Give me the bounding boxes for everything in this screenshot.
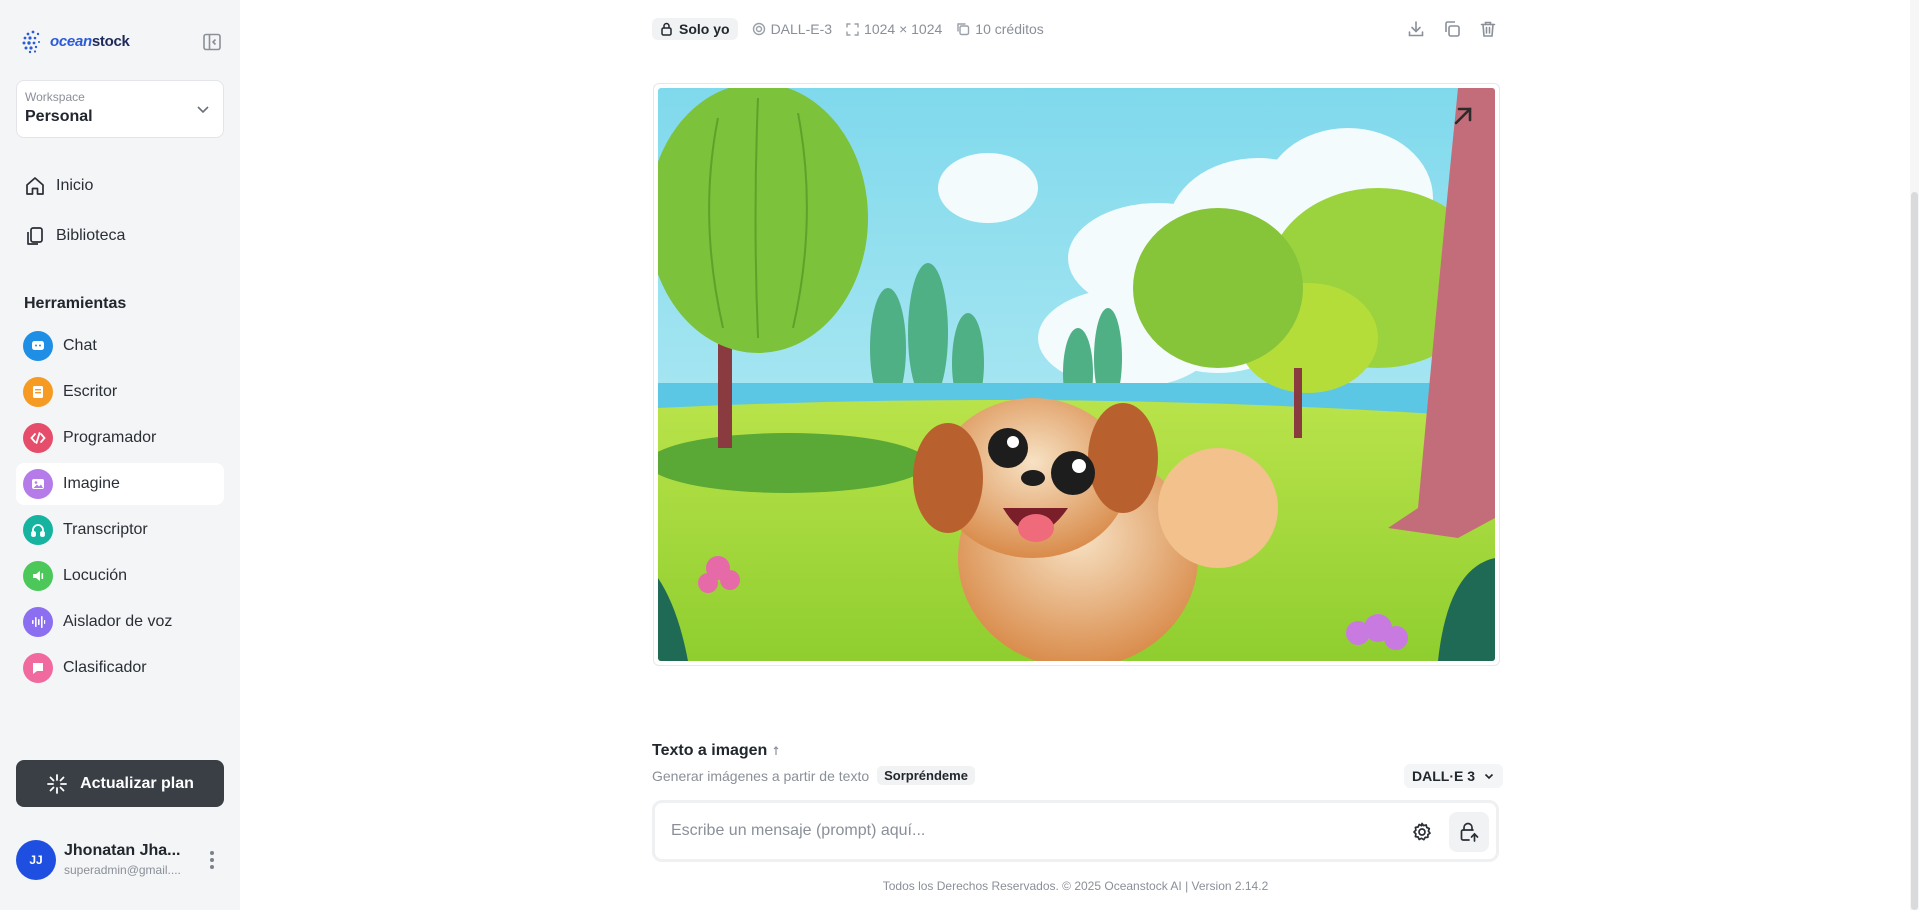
nav-item-inicio[interactable]: Inicio bbox=[16, 166, 224, 206]
arrow-up-right-icon bbox=[1454, 107, 1472, 125]
generated-image bbox=[658, 88, 1495, 661]
surprise-me-button[interactable]: Sorpréndeme bbox=[877, 766, 975, 785]
speaker-icon bbox=[23, 561, 53, 591]
download-button[interactable] bbox=[1405, 17, 1427, 41]
trash-icon bbox=[1480, 21, 1496, 37]
tool-item-label: Escritor bbox=[63, 383, 118, 400]
chevron-down-icon bbox=[1484, 773, 1494, 780]
brand-name: oceanstock bbox=[50, 32, 130, 50]
tool-item-label: Locución bbox=[63, 567, 128, 584]
image-icon bbox=[23, 469, 53, 499]
prompt-box bbox=[652, 800, 1499, 862]
nav-item-label: Inicio bbox=[56, 177, 94, 194]
openai-icon bbox=[752, 22, 765, 36]
upgrade-plan-label: Actualizar plan bbox=[80, 774, 194, 792]
meta-size: 1024 × 1024 bbox=[846, 21, 942, 37]
nav-item-biblioteca[interactable]: Biblioteca bbox=[16, 216, 224, 256]
tool-item-label: Clasificador bbox=[63, 659, 147, 676]
meta-credits-label: 10 créditos bbox=[975, 21, 1044, 37]
tool-item-escritor[interactable]: Escritor bbox=[16, 371, 224, 413]
sort-arrows-icon bbox=[773, 746, 779, 755]
prompt-input[interactable] bbox=[671, 819, 1371, 843]
writer-icon bbox=[23, 377, 53, 407]
library-icon bbox=[27, 227, 43, 245]
sidebar: oceanstock Workspace Personal Inicio Bib… bbox=[0, 0, 240, 910]
download-icon bbox=[1408, 21, 1424, 37]
tool-item-chat[interactable]: Chat bbox=[16, 325, 224, 367]
text-to-image-subtitle-text: Generar imágenes a partir de texto bbox=[652, 767, 870, 784]
lock-icon bbox=[661, 22, 672, 36]
delete-button[interactable] bbox=[1477, 17, 1499, 41]
tool-item-label: Transcriptor bbox=[63, 521, 148, 538]
meta-model-label: DALL-E-3 bbox=[770, 21, 833, 37]
collapse-sidebar-button[interactable] bbox=[200, 30, 224, 54]
sidebar-toggle-icon bbox=[203, 33, 221, 51]
home-icon bbox=[26, 177, 44, 195]
nav-item-label: Biblioteca bbox=[56, 227, 126, 244]
more-vertical-icon[interactable] bbox=[202, 848, 222, 872]
tool-item-label: Imagine bbox=[63, 475, 120, 492]
visibility-label: Solo yo bbox=[679, 21, 730, 37]
image-actions bbox=[1405, 17, 1499, 41]
expand-corners-icon bbox=[846, 22, 859, 36]
user-profile[interactable]: JJ Jhonatan Jha... superadmin@gmail.... bbox=[16, 838, 224, 882]
tool-item-locucion[interactable]: Locución bbox=[16, 555, 224, 597]
workspace-value: Personal bbox=[25, 108, 93, 125]
text-to-image-title: Texto a imagen bbox=[652, 742, 783, 760]
copy-credits-icon bbox=[957, 23, 970, 36]
visibility-badge[interactable]: Solo yo bbox=[652, 18, 738, 40]
user-name: Jhonatan Jha... bbox=[64, 842, 181, 859]
tool-item-label: Programador bbox=[63, 429, 157, 446]
sparkle-icon bbox=[47, 773, 67, 794]
meta-credits: 10 créditos bbox=[956, 21, 1044, 37]
tool-item-programador[interactable]: Programador bbox=[16, 417, 224, 459]
meta-model: DALL-E-3 bbox=[752, 21, 832, 37]
workspace-selector[interactable]: Workspace Personal bbox=[16, 80, 224, 138]
image-meta-bar: Solo yo DALL-E-3 1024 × 1024 10 créditos bbox=[652, 17, 1044, 41]
tool-item-label: Aislador de voz bbox=[63, 613, 173, 630]
tool-item-transcriptor[interactable]: Transcriptor bbox=[16, 509, 224, 551]
tool-item-imagine[interactable]: Imagine bbox=[16, 463, 224, 505]
chevron-down-icon bbox=[197, 106, 209, 114]
brand-logo[interactable]: oceanstock bbox=[20, 28, 130, 54]
chat-icon bbox=[23, 331, 53, 361]
submit-button[interactable] bbox=[1449, 812, 1489, 852]
headphones-icon bbox=[23, 515, 53, 545]
gear-icon bbox=[1413, 822, 1431, 841]
footer-text: Todos los Derechos Reservados. © 2025 Oc… bbox=[882, 879, 1269, 893]
text-to-image-title-text: Texto a imagen bbox=[652, 742, 768, 759]
copy-button[interactable] bbox=[1441, 17, 1463, 41]
logo-mark-icon bbox=[22, 30, 40, 54]
settings-button[interactable] bbox=[1407, 817, 1437, 847]
lock-upload-icon bbox=[1460, 822, 1479, 842]
tools-section-title: Herramientas bbox=[24, 295, 127, 312]
tag-icon bbox=[23, 653, 53, 683]
model-select[interactable]: DALL·E 3 bbox=[1404, 764, 1503, 788]
tool-item-aislador-de-voz[interactable]: Aislador de voz bbox=[16, 601, 224, 643]
waveform-icon bbox=[23, 607, 53, 637]
tool-item-label: Chat bbox=[63, 337, 97, 354]
upgrade-plan-button[interactable]: Actualizar plan bbox=[16, 760, 224, 807]
avatar: JJ bbox=[16, 840, 56, 880]
meta-size-label: 1024 × 1024 bbox=[864, 21, 943, 37]
generated-image-frame[interactable] bbox=[653, 83, 1500, 666]
workspace-label: Workspace bbox=[25, 90, 85, 104]
open-fullscreen-button[interactable] bbox=[1449, 102, 1477, 130]
text-to-image-subtitle: Generar imágenes a partir de texto Sorpr… bbox=[652, 766, 975, 785]
scrollbar-thumb[interactable] bbox=[1911, 192, 1918, 910]
user-email: superadmin@gmail.... bbox=[64, 863, 181, 877]
page-scrollbar[interactable] bbox=[1910, 0, 1919, 910]
tool-item-clasificador[interactable]: Clasificador bbox=[16, 647, 224, 689]
model-select-value: DALL·E 3 bbox=[1412, 768, 1475, 784]
code-icon bbox=[23, 423, 53, 453]
copy-icon bbox=[1445, 21, 1460, 37]
